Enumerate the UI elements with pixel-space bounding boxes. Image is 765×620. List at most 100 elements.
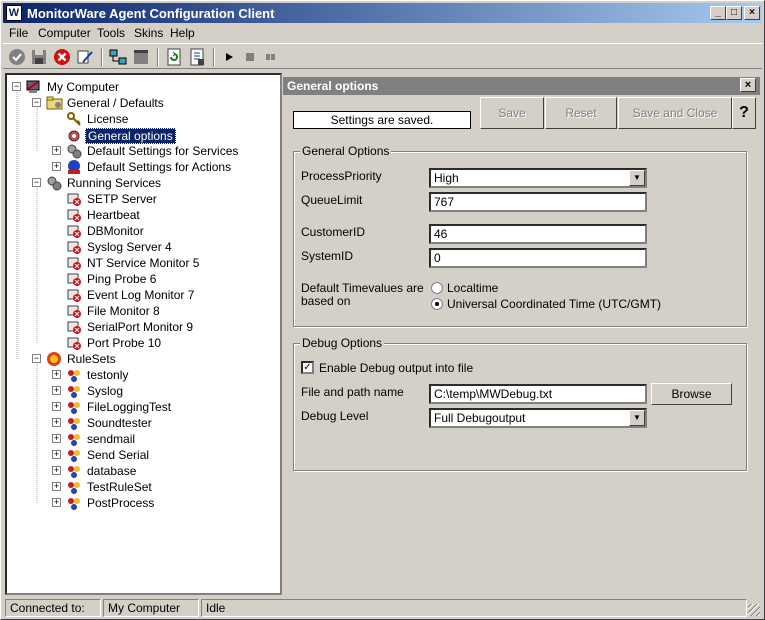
- panel-close-icon[interactable]: ×: [740, 78, 756, 92]
- expand-icon[interactable]: +: [52, 482, 61, 491]
- expand-icon[interactable]: +: [52, 146, 61, 155]
- check-icon[interactable]: [7, 47, 27, 67]
- tree-label: PostProcess: [87, 496, 155, 510]
- tree-label: My Computer: [47, 80, 120, 94]
- tree-label: Running Services: [67, 176, 162, 190]
- resize-grip-icon[interactable]: [748, 604, 760, 616]
- help-button[interactable]: ?: [732, 97, 756, 129]
- tree-label: FileLoggingTest: [87, 400, 172, 414]
- group-title: Debug Options: [300, 336, 385, 350]
- timevalues-label: Default Timevalues are: [301, 281, 424, 295]
- rule-icon: [66, 399, 82, 415]
- rule-icon: [66, 495, 82, 511]
- rule-icon: [66, 447, 82, 463]
- customer-id-input[interactable]: 46: [429, 224, 647, 244]
- dropdown-arrow-icon[interactable]: ▼: [629, 170, 645, 186]
- network-icon[interactable]: [108, 47, 128, 67]
- tree-label: General options: [85, 128, 176, 144]
- utc-radio[interactable]: [431, 298, 443, 310]
- file-path-label: File and path name: [301, 385, 404, 399]
- menu-tools[interactable]: Tools: [97, 26, 125, 40]
- wizard-icon[interactable]: [75, 47, 95, 67]
- stop-square-icon[interactable]: [240, 47, 260, 67]
- tree-label: SETP Server: [87, 192, 157, 206]
- refresh-icon[interactable]: [164, 47, 184, 67]
- tree-label: File Monitor 8: [87, 304, 160, 318]
- gears-icon: [66, 143, 82, 159]
- options-panel: General options × Settings are saved. Sa…: [283, 73, 760, 595]
- service-icon: [66, 319, 82, 335]
- collapse-icon[interactable]: −: [32, 98, 41, 107]
- expand-icon[interactable]: +: [52, 386, 61, 395]
- tree-label: Syslog Server 4: [87, 240, 172, 254]
- customer-id-label: CustomerID: [301, 225, 366, 239]
- status-bar: Connected to: My Computer Idle: [3, 598, 762, 618]
- close-button[interactable]: ×: [744, 6, 760, 20]
- menu-help[interactable]: Help: [170, 26, 195, 40]
- tree-label: sendmail: [87, 432, 136, 446]
- browse-button[interactable]: Browse: [651, 383, 732, 405]
- utc-label: Universal Coordinated Time (UTC/GMT): [447, 297, 662, 311]
- settings-icon[interactable]: [187, 47, 207, 67]
- collapse-icon[interactable]: −: [12, 82, 21, 91]
- tree-label: NT Service Monitor 5: [87, 256, 200, 270]
- expand-icon[interactable]: +: [52, 418, 61, 427]
- tree-label: Heartbeat: [87, 208, 140, 222]
- stop-icon[interactable]: [52, 47, 72, 67]
- process-priority-select[interactable]: High ▼: [429, 168, 647, 188]
- service-icon: [66, 191, 82, 207]
- expand-icon[interactable]: +: [52, 498, 61, 507]
- system-id-input[interactable]: 0: [429, 248, 647, 268]
- window-title: MonitorWare Agent Configuration Client: [27, 6, 275, 21]
- collapse-icon[interactable]: −: [32, 178, 41, 187]
- pause-icon[interactable]: [261, 47, 281, 67]
- tree-label: RuleSets: [67, 352, 116, 366]
- expand-icon[interactable]: +: [52, 450, 61, 459]
- group-title: General Options: [300, 144, 392, 158]
- status-connected-label: Connected to:: [5, 599, 101, 617]
- save-button[interactable]: Save: [480, 97, 544, 129]
- expand-icon[interactable]: +: [52, 162, 61, 171]
- tree-label: Syslog: [87, 384, 124, 398]
- menu-computer[interactable]: Computer: [38, 26, 91, 40]
- tree-label: testonly: [87, 368, 129, 382]
- reset-button[interactable]: Reset: [545, 97, 617, 129]
- rule-icon: [66, 367, 82, 383]
- tree-label: Soundtester: [87, 416, 152, 430]
- save-icon[interactable]: [29, 47, 49, 67]
- save-and-close-button[interactable]: Save and Close: [618, 97, 732, 129]
- expand-icon[interactable]: +: [52, 466, 61, 475]
- options-icon: [66, 127, 82, 143]
- toolbar: [3, 43, 762, 69]
- navigation-tree[interactable]: − My Computer − General / Defaults Licen…: [5, 73, 282, 595]
- dropdown-arrow-icon[interactable]: ▼: [629, 410, 645, 426]
- service-icon: [66, 223, 82, 239]
- expand-icon[interactable]: +: [52, 434, 61, 443]
- menu-skins[interactable]: Skins: [134, 26, 163, 40]
- computer-icon: [26, 79, 42, 95]
- tree-label: General / Defaults: [67, 96, 164, 110]
- localtime-label: Localtime: [447, 281, 499, 295]
- queue-limit-label: QueueLimit: [301, 193, 363, 207]
- rule-icon: [66, 383, 82, 399]
- expand-icon[interactable]: +: [52, 370, 61, 379]
- queue-limit-input[interactable]: 767: [429, 192, 647, 212]
- select-value: High: [434, 171, 459, 185]
- window-icon[interactable]: [131, 47, 151, 67]
- play-icon[interactable]: [219, 47, 239, 67]
- file-path-input[interactable]: C:\temp\MWDebug.txt: [429, 384, 647, 404]
- debug-level-select[interactable]: Full Debugoutput ▼: [429, 408, 647, 428]
- expand-icon[interactable]: +: [52, 402, 61, 411]
- title-bar[interactable]: W MonitorWare Agent Configuration Client…: [3, 3, 762, 23]
- tree-label: SerialPort Monitor 9: [87, 320, 194, 334]
- service-icon: [66, 287, 82, 303]
- rule-icon: [66, 463, 82, 479]
- collapse-icon[interactable]: −: [32, 354, 41, 363]
- panel-header: General options ×: [283, 77, 760, 95]
- minimize-button[interactable]: _: [710, 6, 726, 20]
- tree-label: License: [87, 112, 129, 126]
- maximize-button[interactable]: □: [726, 6, 742, 20]
- enable-debug-checkbox[interactable]: ✓: [301, 361, 314, 374]
- localtime-radio[interactable]: [431, 282, 443, 294]
- menu-file[interactable]: File: [9, 26, 28, 40]
